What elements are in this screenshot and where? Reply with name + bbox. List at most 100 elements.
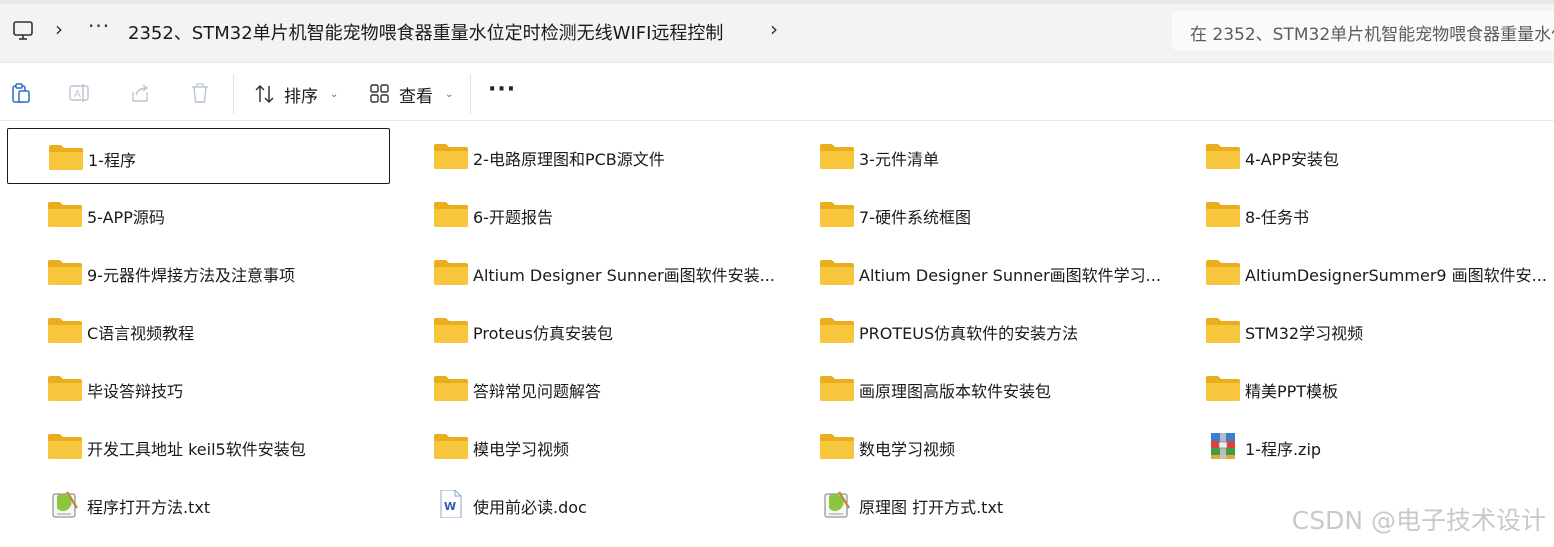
command-bar: A 排序 ⌄ 查看 ⌄ ··· xyxy=(0,63,1554,121)
item-name: 2-电路原理图和PCB源文件 xyxy=(473,150,665,169)
item-name: Altium Designer Sunner画图软件学习... xyxy=(859,266,1161,285)
item-name: 模电学习视频 xyxy=(473,440,570,459)
folder-item[interactable]: 开发工具地址 keil5软件安装包 xyxy=(7,418,390,474)
item-name: 精美PPT模板 xyxy=(1245,382,1339,401)
folder-item[interactable]: 毕设答辩技巧 xyxy=(7,360,390,416)
folder-item[interactable]: AltiumDesignerSummer9 画图软件安... xyxy=(1165,244,1548,300)
item-name: Proteus仿真安装包 xyxy=(473,324,613,343)
folder-icon xyxy=(1206,376,1240,401)
watermark: CSDN @电子技术设计 xyxy=(1291,506,1546,535)
folder-item[interactable]: 7-硬件系统框图 xyxy=(779,186,1162,242)
item-name: 3-元件清单 xyxy=(859,150,939,169)
chevron-down-icon: ⌄ xyxy=(330,88,339,100)
folder-item[interactable]: 画原理图高版本软件安装包 xyxy=(779,360,1162,416)
chevron-down-icon: ⌄ xyxy=(445,88,454,100)
folder-item[interactable]: 2-电路原理图和PCB源文件 xyxy=(393,128,776,184)
toolbar-separator xyxy=(470,74,471,114)
folder-item[interactable]: 模电学习视频 xyxy=(393,418,776,474)
txt-icon xyxy=(52,491,79,518)
rename-icon[interactable]: A xyxy=(68,82,90,104)
item-name: 开发工具地址 keil5软件安装包 xyxy=(87,440,306,459)
folder-item[interactable]: 1-程序 xyxy=(7,128,390,184)
sort-button[interactable]: 排序 ⌄ xyxy=(254,81,338,107)
delete-icon[interactable] xyxy=(189,82,211,104)
file-item[interactable]: 原理图 打开方式.txt xyxy=(779,476,1162,532)
folder-item[interactable]: 答辩常见问题解答 xyxy=(393,360,776,416)
folder-item[interactable]: 8-任务书 xyxy=(1165,186,1548,242)
folder-item[interactable]: 5-APP源码 xyxy=(7,186,390,242)
sort-label: 排序 xyxy=(284,86,318,107)
folder-item[interactable]: Altium Designer Sunner画图软件学习... xyxy=(779,244,1162,300)
item-name: 7-硬件系统框图 xyxy=(859,208,971,227)
item-name: 1-程序 xyxy=(88,151,136,170)
breadcrumb-expand-chevron-icon[interactable]: › xyxy=(770,17,778,41)
folder-item[interactable]: Proteus仿真安装包 xyxy=(393,302,776,358)
folder-item[interactable]: C语言视频教程 xyxy=(7,302,390,358)
item-name: 使用前必读.doc xyxy=(473,498,587,517)
folder-icon xyxy=(820,434,854,459)
folder-icon xyxy=(48,318,82,343)
view-label: 查看 xyxy=(399,86,433,107)
folder-item[interactable]: Altium Designer Sunner画图软件安装... xyxy=(393,244,776,300)
folder-icon xyxy=(48,376,82,401)
breadcrumb-overflow-icon[interactable]: ··· xyxy=(88,14,110,38)
breadcrumb-current-folder[interactable]: 2352、STM32单片机智能宠物喂食器重量水位定时检测无线WIFI远程控制 xyxy=(128,19,723,45)
folder-item[interactable]: 3-元件清单 xyxy=(779,128,1162,184)
item-name: STM32学习视频 xyxy=(1245,324,1364,343)
item-name: 5-APP源码 xyxy=(87,208,165,227)
title-strip xyxy=(0,0,1554,4)
folder-icon xyxy=(1206,144,1240,169)
more-options-icon[interactable]: ··· xyxy=(488,77,516,102)
item-name: AltiumDesignerSummer9 画图软件安... xyxy=(1245,266,1547,285)
folder-item[interactable]: 4-APP安装包 xyxy=(1165,128,1548,184)
folder-icon xyxy=(48,202,82,227)
sort-icon xyxy=(255,84,274,104)
address-bar-row: › ··· 2352、STM32单片机智能宠物喂食器重量水位定时检测无线WIFI… xyxy=(0,0,1554,62)
svg-text:A: A xyxy=(74,89,81,100)
folder-icon xyxy=(1206,260,1240,285)
folder-item[interactable]: 9-元器件焊接方法及注意事项 xyxy=(7,244,390,300)
item-name: 8-任务书 xyxy=(1245,208,1309,227)
folder-item[interactable]: 数电学习视频 xyxy=(779,418,1162,474)
item-name: 数电学习视频 xyxy=(859,440,956,459)
svg-text:W: W xyxy=(444,500,456,513)
view-button[interactable]: 查看 ⌄ xyxy=(369,81,453,107)
folder-icon xyxy=(820,260,854,285)
this-pc-icon[interactable] xyxy=(12,20,34,42)
item-name: 9-元器件焊接方法及注意事项 xyxy=(87,266,295,285)
folder-icon xyxy=(434,260,468,285)
folder-icon xyxy=(434,376,468,401)
breadcrumb-chevron-icon[interactable]: › xyxy=(55,17,63,41)
item-name: 原理图 打开方式.txt xyxy=(859,498,1004,517)
folder-icon xyxy=(820,376,854,401)
folder-icon xyxy=(1206,318,1240,343)
folder-item[interactable]: 6-开题报告 xyxy=(393,186,776,242)
folder-icon xyxy=(434,318,468,343)
file-item[interactable]: 1-程序.zip xyxy=(1165,418,1548,474)
folder-icon xyxy=(1206,202,1240,227)
item-name: Altium Designer Sunner画图软件安装... xyxy=(473,266,775,285)
folder-icon xyxy=(48,434,82,459)
item-name: 6-开题报告 xyxy=(473,208,553,227)
doc-icon: W xyxy=(440,490,462,518)
item-name: 1-程序.zip xyxy=(1245,440,1322,459)
folder-icon xyxy=(820,144,854,169)
folder-icon xyxy=(434,202,468,227)
file-item[interactable]: W 使用前必读.doc xyxy=(393,476,776,532)
folder-icon xyxy=(434,434,468,459)
folder-item[interactable]: PROTEUS仿真软件的安装方法 xyxy=(779,302,1162,358)
folder-item[interactable]: STM32学习视频 xyxy=(1165,302,1548,358)
folder-icon xyxy=(48,260,82,285)
item-name: 程序打开方法.txt xyxy=(87,498,211,517)
folder-icon xyxy=(434,144,468,169)
item-name: C语言视频教程 xyxy=(87,324,195,343)
txt-icon xyxy=(824,491,851,518)
file-item[interactable]: 程序打开方法.txt xyxy=(7,476,390,532)
toolbar-separator xyxy=(233,74,234,114)
folder-icon xyxy=(820,318,854,343)
share-icon[interactable] xyxy=(129,82,151,104)
folder-item[interactable]: 精美PPT模板 xyxy=(1165,360,1548,416)
item-name: 毕设答辩技巧 xyxy=(87,382,184,401)
paste-icon[interactable] xyxy=(10,82,32,104)
search-input[interactable]: 在 2352、STM32单片机智能宠物喂食器重量水位定时检测无线WIFI远程控制… xyxy=(1172,11,1554,51)
